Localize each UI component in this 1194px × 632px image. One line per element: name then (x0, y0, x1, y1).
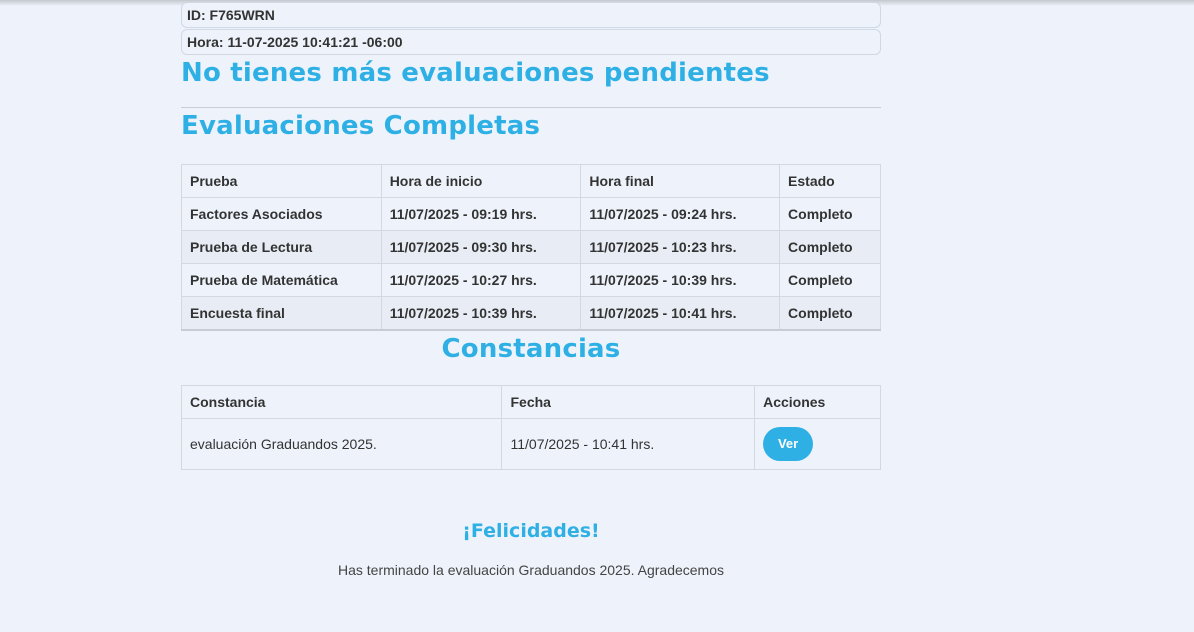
column-header: Prueba (181, 164, 382, 198)
constancias-title: Constancias (441, 334, 621, 364)
table-row: Encuesta final 11/07/2025 - 10:39 hrs. 1… (181, 296, 881, 331)
constancia-date: 11/07/2025 - 10:41 hrs. (501, 418, 756, 470)
end-time: 11/07/2025 - 10:41 hrs. (580, 296, 781, 331)
table-row: Factores Asociados 11/07/2025 - 09:19 hr… (181, 197, 881, 231)
status: Completo (779, 230, 881, 264)
congrats-title: ¡Felicidades! (462, 520, 600, 542)
ver-button[interactable]: Ver (763, 427, 814, 461)
status: Completo (779, 263, 881, 297)
table-row: Prueba de Matemática 11/07/2025 - 10:27 … (181, 263, 881, 297)
current-time: Hora: 11-07-2025 10:41:21 -06:00 (181, 29, 881, 55)
completed-title: Evaluaciones Completas (181, 111, 541, 141)
end-time: 11/07/2025 - 09:24 hrs. (580, 197, 781, 231)
constancias-table: Constancia Fecha Acciones evaluación Gra… (180, 385, 881, 470)
pending-title: No tienes más evaluaciones pendientes (181, 58, 770, 88)
start-time: 11/07/2025 - 09:30 hrs. (380, 230, 582, 264)
congrats-message: Has terminado la evaluación Graduandos 2… (337, 562, 725, 578)
completed-evaluations-table: Prueba Hora de inicio Hora final Estado … (181, 164, 881, 331)
table-header-row: Constancia Fecha Acciones (180, 385, 881, 419)
student-id: ID: F765WRN (181, 2, 881, 28)
column-header: Hora final (580, 164, 781, 198)
column-header: Constancia (180, 385, 503, 419)
column-header: Fecha (501, 385, 756, 419)
status: Completo (779, 197, 881, 231)
end-time: 11/07/2025 - 10:23 hrs. (580, 230, 781, 264)
constancia-name: evaluación Graduandos 2025. (180, 418, 503, 470)
start-time: 11/07/2025 - 10:39 hrs. (380, 296, 582, 331)
column-header: Estado (779, 164, 881, 198)
table-header-row: Prueba Hora de inicio Hora final Estado (181, 164, 881, 198)
end-time: 11/07/2025 - 10:39 hrs. (580, 263, 781, 297)
main-content: ID: F765WRN Hora: 11-07-2025 10:41:21 -0… (180, 0, 881, 579)
column-header: Acciones (754, 385, 881, 419)
test-name: Factores Asociados (181, 197, 382, 231)
start-time: 11/07/2025 - 10:27 hrs. (380, 263, 582, 297)
table-row: Prueba de Lectura 11/07/2025 - 09:30 hrs… (181, 230, 881, 264)
test-name: Encuesta final (181, 296, 382, 331)
test-name: Prueba de Lectura (181, 230, 382, 264)
column-header: Hora de inicio (380, 164, 582, 198)
actions-cell: Ver (754, 418, 881, 470)
status: Completo (779, 296, 881, 331)
test-name: Prueba de Matemática (181, 263, 382, 297)
table-row: evaluación Graduandos 2025. 11/07/2025 -… (180, 418, 881, 470)
start-time: 11/07/2025 - 09:19 hrs. (380, 197, 582, 231)
